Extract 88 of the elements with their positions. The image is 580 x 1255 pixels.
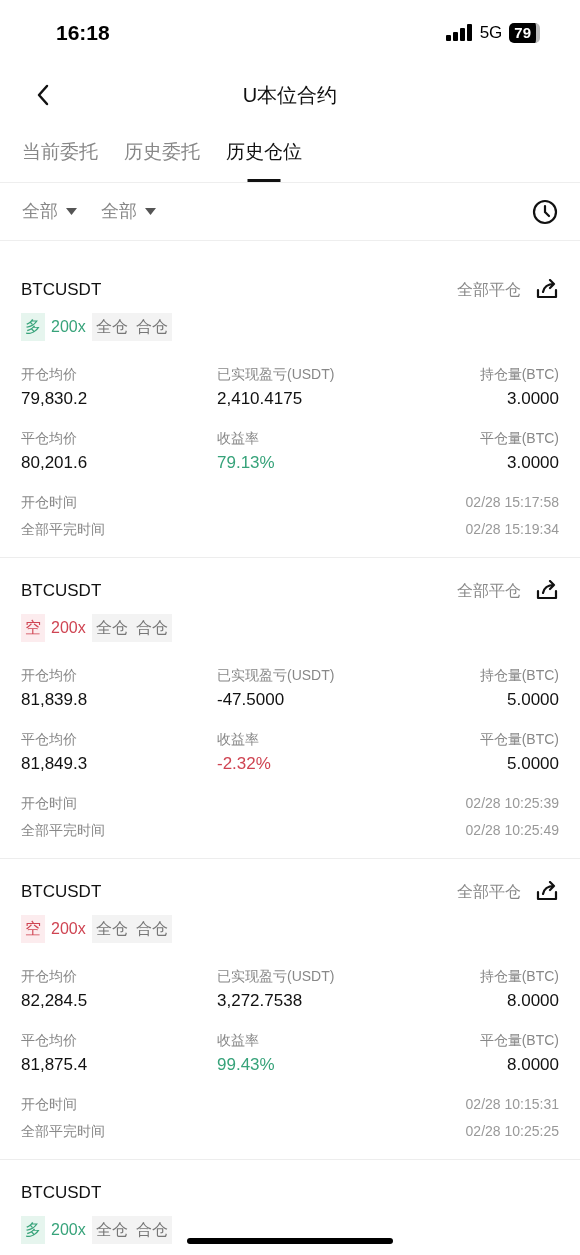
- leverage-tag: 200x: [45, 616, 92, 640]
- stat-label: 收益率: [217, 1031, 260, 1050]
- clock-icon[interactable]: [532, 198, 558, 225]
- stat-label: 开仓均价: [21, 967, 78, 986]
- symbol: BTCUSDT: [21, 1182, 102, 1205]
- network-label: 5G: [479, 21, 503, 44]
- stat-label: 已实现盈亏(USDT): [217, 666, 336, 685]
- caret-icon: [66, 208, 77, 215]
- stat-label: 开仓均价: [21, 365, 78, 384]
- stat-label: 开仓均价: [21, 666, 78, 685]
- time-value: 02/28 10:25:49: [465, 820, 559, 840]
- stat-label: 已实现盈亏(USDT): [217, 365, 336, 384]
- stat-label: 持仓量(BTC): [479, 365, 559, 384]
- tab[interactable]: 当前委托: [22, 124, 98, 182]
- stat-label: 平仓量(BTC): [479, 730, 559, 749]
- margin-tag: 合仓: [135, 616, 168, 640]
- stat-value: 3.0000: [507, 388, 559, 410]
- side-tag: 多: [21, 1216, 45, 1244]
- stat-value: 81,849.3: [21, 753, 89, 775]
- time-value: 02/28 15:17:58: [465, 492, 559, 512]
- tab[interactable]: 历史委托: [124, 124, 200, 182]
- stat-label: 持仓量(BTC): [479, 666, 559, 685]
- stat-value: 79.13%: [217, 452, 276, 474]
- caret-icon: [145, 208, 156, 215]
- side-tag: 空: [21, 915, 45, 943]
- stat-label: 持仓量(BTC): [479, 967, 559, 986]
- stat-label: 平仓均价: [21, 730, 78, 749]
- symbol: BTCUSDT: [21, 881, 102, 904]
- stat-value: 2,410.4175: [217, 388, 304, 410]
- stat-value: -47.5000: [217, 689, 286, 711]
- symbol: BTCUSDT: [21, 580, 102, 603]
- margin-tag: 全仓: [95, 1218, 128, 1242]
- time-label: 开仓时间: [21, 492, 77, 512]
- margin-tag: 全仓: [95, 917, 128, 941]
- time-label: 全部平完时间: [21, 519, 105, 539]
- side-tag: 空: [21, 614, 45, 642]
- stat-label: 收益率: [217, 429, 260, 448]
- time-label: 全部平完时间: [21, 820, 105, 840]
- leverage-tag: 200x: [45, 1218, 92, 1242]
- close-all-button[interactable]: 全部平仓: [457, 579, 521, 603]
- side-tag: 多: [21, 313, 45, 341]
- margin-tag: 合仓: [135, 315, 168, 339]
- margin-tag: 全仓: [95, 315, 128, 339]
- leverage-tag: 200x: [45, 917, 92, 941]
- signal-icon: [445, 24, 473, 41]
- share-icon[interactable]: [535, 580, 559, 602]
- stat-value: 99.43%: [217, 1054, 276, 1076]
- time-label: 开仓时间: [21, 1094, 77, 1114]
- stat-label: 已实现盈亏(USDT): [217, 967, 336, 986]
- share-icon[interactable]: [535, 279, 559, 301]
- margin-tag: 合仓: [135, 1218, 168, 1242]
- filter-dropdown[interactable]: 全部: [22, 198, 77, 225]
- close-all-button[interactable]: 全部平仓: [457, 880, 521, 904]
- back-icon[interactable]: [36, 84, 50, 106]
- stat-label: 平仓量(BTC): [479, 1031, 559, 1050]
- stat-value: 8.0000: [507, 1054, 559, 1076]
- filter-dropdown[interactable]: 全部: [101, 198, 156, 225]
- time-value: 02/28 10:25:39: [465, 793, 559, 813]
- margin-tag: 合仓: [135, 917, 168, 941]
- stat-value: 5.0000: [507, 689, 559, 711]
- symbol: BTCUSDT: [21, 279, 102, 302]
- margin-tag: 全仓: [95, 616, 128, 640]
- stat-value: 82,284.5: [21, 990, 89, 1012]
- stat-label: 平仓均价: [21, 429, 78, 448]
- stat-value: 81,839.8: [21, 689, 89, 711]
- time-value: 02/28 10:15:31: [465, 1094, 559, 1114]
- battery-indicator: 79: [509, 22, 540, 43]
- stat-value: 79,830.2: [21, 388, 89, 410]
- stat-label: 收益率: [217, 730, 260, 749]
- stat-value: 5.0000: [507, 753, 559, 775]
- time-value: 02/28 10:25:25: [465, 1121, 559, 1141]
- share-icon[interactable]: [535, 881, 559, 903]
- stat-label: 平仓均价: [21, 1031, 78, 1050]
- time-label: 全部平完时间: [21, 1121, 105, 1141]
- leverage-tag: 200x: [45, 315, 92, 339]
- page-title: U本位合约: [242, 83, 338, 108]
- stat-value: 3,272.7538: [217, 990, 304, 1012]
- time-label: 开仓时间: [21, 793, 77, 813]
- time-value: 02/28 15:19:34: [465, 519, 559, 539]
- status-time: 16:18: [56, 19, 110, 46]
- tab[interactable]: 历史仓位: [226, 124, 302, 182]
- stat-value: 81,875.4: [21, 1054, 89, 1076]
- close-all-button[interactable]: 全部平仓: [457, 278, 521, 302]
- stat-label: 平仓量(BTC): [479, 429, 559, 448]
- stat-value: -2.32%: [217, 753, 272, 775]
- stat-value: 3.0000: [507, 452, 559, 474]
- stat-value: 8.0000: [507, 990, 559, 1012]
- stat-value: 80,201.6: [21, 452, 89, 474]
